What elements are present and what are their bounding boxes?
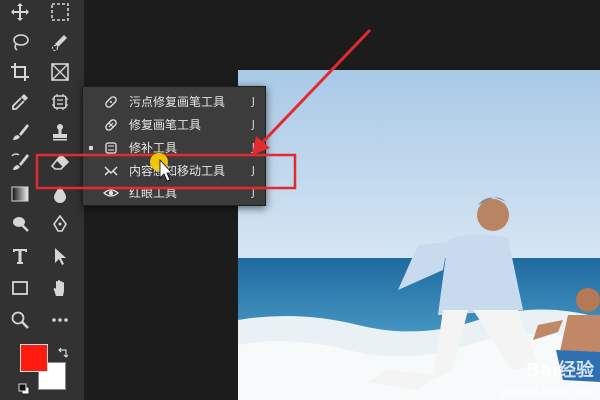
flyout-item-label: 污点修复画笔工具 <box>129 95 226 109</box>
patch-icon <box>52 94 68 110</box>
shortcut-key: J <box>251 141 255 154</box>
shortcut-key: J <box>251 118 255 131</box>
shortcut-key: J <box>251 95 255 108</box>
hand-icon <box>53 280 64 296</box>
drop-icon <box>54 186 66 203</box>
more-tools[interactable] <box>48 308 72 332</box>
eyedropper-tool[interactable] <box>8 90 32 114</box>
pen-icon <box>53 214 67 232</box>
swap-colors-icon[interactable] <box>57 344 69 358</box>
flyout-item-label: 修补工具 <box>129 141 178 155</box>
dodge-icon <box>13 217 29 232</box>
quick-selection-icon <box>51 35 67 52</box>
shortcut-key: J <box>251 164 255 177</box>
eraser-icon <box>50 153 70 170</box>
zoom-icon <box>11 311 29 329</box>
healing-tools-flyout: 污点修复画笔工具 J 修复画笔工具 J 修补工具 J 内容感知移动工具 J 红眼… <box>82 86 266 206</box>
flyout-item-spot-healing[interactable]: 污点修复画笔工具 J <box>83 91 265 113</box>
crop-tool[interactable] <box>8 60 32 84</box>
document-image[interactable]: Bai经验 jingyan.baidu.com <box>238 70 600 400</box>
spot-healing-icon <box>105 96 117 108</box>
frame-tool[interactable] <box>48 60 72 84</box>
rect-marquee-icon <box>51 3 69 21</box>
flyout-item-patch[interactable]: 修补工具 J <box>83 137 265 159</box>
move-tool[interactable] <box>8 0 32 24</box>
shape-tool[interactable] <box>8 276 32 300</box>
flyout-item-content-aware-move[interactable]: 内容感知移动工具 J <box>83 160 265 182</box>
eraser-tool[interactable] <box>48 150 72 174</box>
crop-icon <box>11 63 29 81</box>
path-selection-tool[interactable] <box>48 244 72 268</box>
quick-selection-tool[interactable] <box>48 30 72 54</box>
content-aware-move-icon <box>104 166 118 176</box>
flyout-item-healing-brush[interactable]: 修复画笔工具 J <box>83 114 265 136</box>
patch-tool[interactable] <box>48 90 72 114</box>
brush-tool[interactable] <box>8 120 32 144</box>
red-eye-icon <box>103 189 119 197</box>
eyedropper-icon <box>12 94 28 110</box>
flyout-item-label: 内容感知移动工具 <box>129 164 226 178</box>
brush-icon <box>13 124 29 140</box>
foreground-color-swatch[interactable] <box>20 344 48 372</box>
zoom-tool[interactable] <box>8 308 32 332</box>
tools-panel <box>0 0 84 400</box>
history-brush-icon <box>11 153 29 170</box>
flyout-item-red-eye[interactable]: 红眼工具 J <box>83 182 265 204</box>
type-tool[interactable] <box>8 244 32 268</box>
patch-icon <box>105 142 117 154</box>
stamp-icon <box>53 124 67 141</box>
rectangle-icon <box>12 281 28 295</box>
gradient-tool[interactable] <box>8 182 32 206</box>
lasso-icon <box>13 34 29 51</box>
dodge-tool[interactable] <box>8 212 32 236</box>
frame-icon <box>51 63 69 81</box>
ellipsis-icon <box>52 318 68 322</box>
watermark-logo: Bai经验 <box>525 360 594 381</box>
hand-tool[interactable] <box>48 276 72 300</box>
pen-tool[interactable] <box>48 212 72 236</box>
history-brush-tool[interactable] <box>8 150 32 174</box>
watermark-url: jingyan.baidu.com <box>501 387 594 398</box>
active-tool-indicator <box>89 146 93 150</box>
default-colors-icon[interactable] <box>18 380 30 395</box>
flyout-item-label: 修复画笔工具 <box>129 118 202 132</box>
blur-tool[interactable] <box>48 182 72 206</box>
stamp-tool[interactable] <box>48 120 72 144</box>
type-icon <box>13 249 27 264</box>
shortcut-key: J <box>251 186 255 199</box>
marquee-tool[interactable] <box>48 0 72 24</box>
flyout-item-label: 红眼工具 <box>129 186 178 200</box>
gradient-icon <box>11 186 29 202</box>
lasso-tool[interactable] <box>8 30 32 54</box>
arrow-icon <box>55 248 66 265</box>
move-icon <box>11 3 29 21</box>
healing-brush-icon <box>105 119 117 131</box>
